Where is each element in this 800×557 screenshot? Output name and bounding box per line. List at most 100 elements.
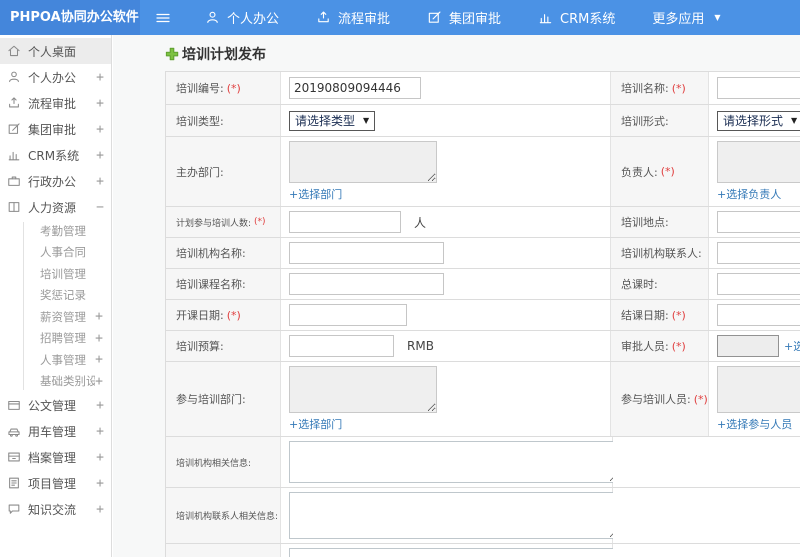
required-marker: (*)	[693, 392, 708, 406]
sidebar-item-archive-mgmt[interactable]: 档案管理 +	[0, 444, 111, 470]
host-department-picker-link[interactable]: +选择部门	[289, 186, 437, 202]
hamburger-menu-icon[interactable]	[155, 10, 171, 26]
expand-plus-icon[interactable]: +	[96, 96, 104, 111]
top-bar: PHPOA协同办公软件 个人办公 流程审批 集团审批 CRM系统 更多应用 ▼	[0, 0, 800, 35]
approvers-picker-link[interactable]: +选择审批人员	[784, 338, 800, 354]
topnav-group-approval[interactable]: 集团审批	[427, 8, 501, 27]
expand-plus-icon[interactable]: +	[95, 374, 103, 389]
field-label-text: 培训课程名称:	[176, 278, 246, 291]
topnav-label: 集团审批	[449, 12, 502, 27]
form-row: 培训课程名称: 总课时:	[166, 269, 800, 300]
field-cell: 请选择类型 ▼	[281, 105, 611, 136]
form-row: 计划参与培训人数: (*) 人 培训地点:	[166, 207, 800, 238]
sidebar-item-admin-office[interactable]: 行政办公 +	[0, 168, 111, 194]
sidebar-item-label: 知识交流	[28, 502, 77, 517]
empty-cell	[613, 544, 800, 557]
org-name-input[interactable]	[289, 242, 444, 264]
org-info-textarea[interactable]	[289, 441, 619, 483]
expand-plus-icon[interactable]: +	[96, 122, 104, 137]
sidebar-item-crm-system[interactable]: CRM系统 +	[0, 142, 111, 168]
expand-plus-icon[interactable]: +	[96, 476, 104, 491]
course-name-input[interactable]	[289, 273, 444, 295]
chat-icon	[7, 502, 22, 516]
topnav-workflow-approval[interactable]: 流程审批	[316, 8, 390, 27]
add-plus-icon	[165, 47, 179, 61]
field-label: 负责人: (*)	[611, 137, 709, 206]
field-label: 培训机构名称:	[166, 238, 281, 268]
host-department-textarea[interactable]	[289, 141, 437, 183]
sidebar-subitem-label: 招聘管理	[40, 331, 86, 346]
select-value: 请选择形式	[723, 114, 784, 128]
required-marker: (*)	[226, 81, 241, 95]
sidebar-item-group-approval[interactable]: 集团审批 +	[0, 116, 111, 142]
expand-plus-icon[interactable]: +	[96, 398, 104, 413]
total-hours-input[interactable]	[717, 273, 800, 295]
field-label-text: 参与培训部门:	[176, 393, 246, 406]
chevron-down-icon: ▼	[363, 116, 370, 125]
training-form-select[interactable]: 请选择形式 ▼	[717, 110, 800, 131]
sidebar-item-document-mgmt[interactable]: 公文管理 +	[0, 392, 111, 418]
sidebar-item-vehicle-mgmt[interactable]: 用车管理 +	[0, 418, 111, 444]
sidebar-subitem-personnel-mgmt[interactable]: 人事管理 +	[0, 349, 111, 371]
end-date-input[interactable]	[717, 304, 800, 326]
field-label-text: 培训类型:	[176, 114, 224, 128]
approvers-input[interactable]	[717, 335, 779, 357]
user-icon	[7, 70, 22, 84]
sidebar-item-personal-desktop[interactable]: 个人桌面	[0, 38, 111, 64]
sidebar-subitem-training-mgmt[interactable]: 培训管理	[0, 263, 111, 285]
unit-suffix: 人	[414, 215, 427, 230]
topnav-crm-system[interactable]: CRM系统	[538, 8, 615, 27]
required-marker: (*)	[671, 308, 686, 322]
required-marker: (*)	[254, 217, 266, 227]
budget-input[interactable]	[289, 335, 394, 357]
sidebar-subitem-attendance-mgmt[interactable]: 考勤管理	[0, 220, 111, 242]
participants-picker-link[interactable]: +选择参与人员	[717, 416, 800, 432]
field-cell	[281, 238, 611, 268]
org-contact-info-textarea[interactable]	[289, 492, 619, 539]
expand-plus-icon[interactable]: +	[96, 424, 104, 439]
sidebar-item-knowledge-exchange[interactable]: 知识交流 +	[0, 496, 111, 522]
field-cell: +选择审批人员	[709, 331, 800, 361]
expand-plus-icon[interactable]: +	[96, 174, 104, 189]
participating-departments-textarea[interactable]	[289, 366, 437, 413]
sidebar-subitem-base-category-settings[interactable]: 基础类别设置+	[0, 371, 111, 393]
sidebar-item-human-resources[interactable]: 人力资源 −	[0, 194, 111, 220]
sidebar-item-workflow-approval[interactable]: 流程审批 +	[0, 90, 111, 116]
org-contact-input[interactable]	[717, 242, 800, 264]
training-location-input[interactable]	[717, 211, 800, 233]
start-date-input[interactable]	[289, 304, 407, 326]
sidebar-item-project-mgmt[interactable]: 项目管理 +	[0, 470, 111, 496]
sidebar-item-label: 集团审批	[28, 122, 77, 137]
sidebar-subitem-label: 人事合同	[40, 245, 86, 260]
participants-textarea[interactable]	[717, 366, 800, 413]
expand-plus-icon[interactable]: +	[95, 309, 103, 324]
sidebar-item-personal-office[interactable]: 个人办公 +	[0, 64, 111, 90]
topnav-more-apps[interactable]: 更多应用 ▼	[652, 8, 720, 27]
book-icon	[7, 200, 22, 214]
sidebar-subitem-recruitment-mgmt[interactable]: 招聘管理 +	[0, 328, 111, 350]
training-requirements-textarea[interactable]	[289, 548, 619, 557]
expand-plus-icon[interactable]: +	[95, 331, 103, 346]
sidebar-item-label: 行政办公	[28, 174, 77, 189]
expand-plus-icon[interactable]: +	[96, 450, 104, 465]
sidebar-submenu-human-resources: 考勤管理人事合同培训管理奖惩记录薪资管理+招聘管理+人事管理+基础类别设置+	[0, 220, 111, 392]
topnav-personal-office[interactable]: 个人办公	[205, 8, 279, 27]
collapse-minus-icon[interactable]: −	[96, 200, 104, 215]
expand-plus-icon[interactable]: +	[96, 70, 104, 85]
participating-departments-picker-link[interactable]: +选择部门	[289, 416, 437, 432]
edit-icon	[427, 10, 442, 25]
expand-plus-icon[interactable]: +	[96, 502, 104, 517]
training-name-input[interactable]	[717, 77, 800, 99]
training-type-select[interactable]: 请选择类型 ▼	[289, 110, 376, 131]
sidebar-subitem-hr-contract[interactable]: 人事合同	[0, 242, 111, 264]
sidebar-subitem-salary-mgmt[interactable]: 薪资管理 +	[0, 306, 111, 328]
field-label: 培训名称: (*)	[611, 72, 709, 104]
leader-picker-link[interactable]: +选择负责人	[717, 186, 800, 202]
training-number-input[interactable]	[289, 77, 421, 99]
sidebar-subitem-reward-punishment[interactable]: 奖惩记录	[0, 285, 111, 307]
required-marker: (*)	[671, 81, 686, 95]
planned-participants-input[interactable]	[289, 211, 401, 233]
expand-plus-icon[interactable]: +	[95, 352, 103, 367]
expand-plus-icon[interactable]: +	[96, 148, 104, 163]
leader-textarea[interactable]	[717, 141, 800, 183]
